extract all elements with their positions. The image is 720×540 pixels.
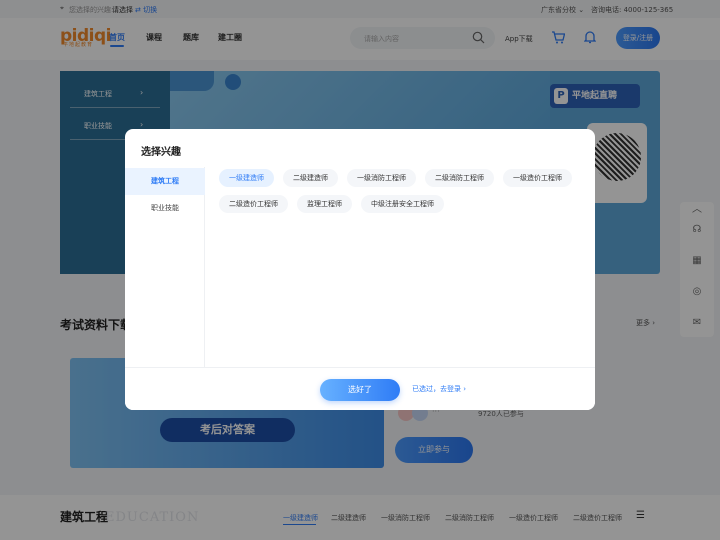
tag-panel: 一级建造师 二级建造师 一级消防工程师 二级消防工程师 一级造价工程师 二级造价…	[206, 167, 595, 367]
tag-first-constructor[interactable]: 一级建造师	[219, 169, 274, 187]
category-vocational[interactable]: 职业技能	[125, 195, 205, 222]
interest-modal: 选择兴趣 建筑工程 职业技能 一级建造师 二级建造师 一级消防工程师 二级消防工…	[125, 129, 595, 410]
tag-second-constructor[interactable]: 二级建造师	[283, 169, 338, 187]
modal-title: 选择兴趣	[141, 147, 181, 158]
tag-supervision-engineer[interactable]: 监理工程师	[297, 195, 352, 213]
skip-to-login-link[interactable]: 已选过，去登录 ›	[412, 384, 466, 394]
tag-first-fire-engineer[interactable]: 一级消防工程师	[347, 169, 416, 187]
confirm-button[interactable]: 选好了	[320, 379, 400, 401]
tag-second-cost-engineer[interactable]: 二级造价工程师	[219, 195, 288, 213]
tag-second-fire-engineer[interactable]: 二级消防工程师	[425, 169, 494, 187]
tag-first-cost-engineer[interactable]: 一级造价工程师	[503, 169, 572, 187]
category-sidebar: 建筑工程 职业技能	[125, 167, 205, 367]
modal-footer: 选好了 已选过，去登录 ›	[125, 367, 595, 410]
tag-safety-engineer[interactable]: 中级注册安全工程师	[361, 195, 444, 213]
category-construction[interactable]: 建筑工程	[125, 168, 205, 195]
